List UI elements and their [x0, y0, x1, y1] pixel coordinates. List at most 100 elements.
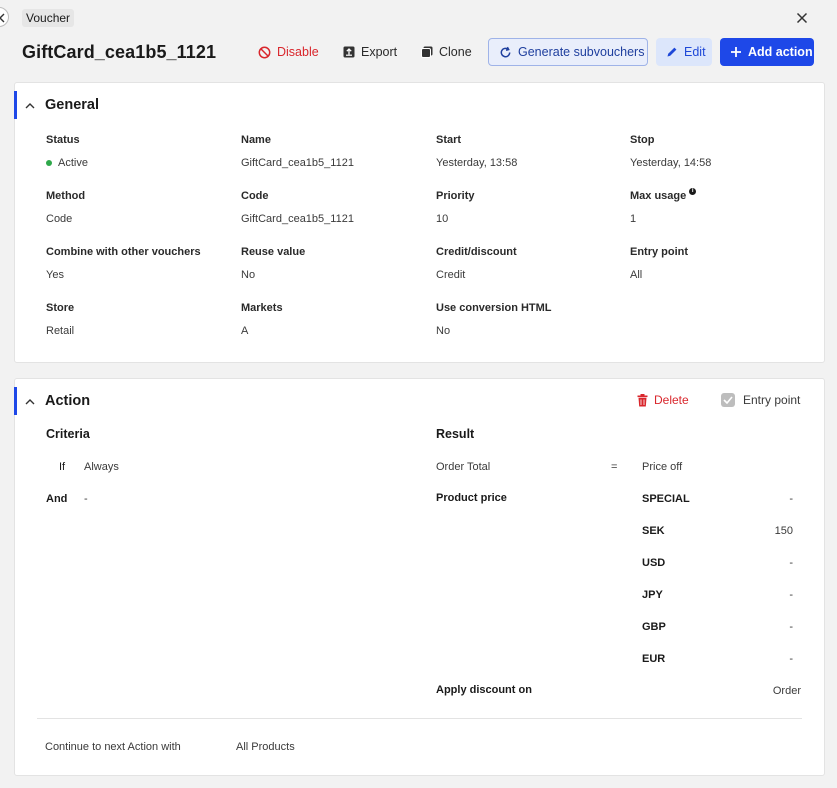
criteria-title: Criteria	[46, 427, 90, 441]
if-value: Always	[84, 461, 119, 473]
breadcrumb[interactable]: Voucher	[22, 9, 75, 27]
currency-value: -	[789, 493, 793, 505]
field-value: No	[436, 325, 451, 337]
field-value: Yesterday, 14:58	[630, 157, 712, 169]
field-entry-point: Entry point All	[630, 245, 688, 282]
divider	[37, 718, 802, 719]
delete-button[interactable]: Delete	[637, 393, 689, 407]
result-title: Result	[436, 427, 475, 441]
field-value: 1	[630, 213, 637, 225]
field-value: Yes	[46, 269, 64, 281]
apply-discount-value: Order	[772, 685, 801, 697]
currency-code: JPY	[642, 589, 663, 601]
general-title: General	[45, 97, 99, 113]
field-label: Credit/discount	[436, 246, 517, 258]
status-dot	[46, 160, 52, 166]
edit-button[interactable]: Edit	[656, 38, 712, 66]
section-accent	[14, 91, 17, 119]
field-label: Priority	[436, 190, 475, 202]
field-reuse: Reuse value No	[241, 245, 305, 282]
general-section-toggle[interactable]: General	[25, 97, 99, 113]
chevron-up-icon	[25, 102, 35, 108]
field-value: A	[241, 325, 249, 337]
field-status: Status Active	[46, 133, 88, 170]
apply-discount-label: Apply discount on	[436, 684, 532, 696]
clone-icon	[421, 46, 433, 58]
general-card: General Status Active Name GiftCard_cea1…	[14, 82, 825, 363]
currency-code: SEK	[642, 525, 665, 537]
toolbar: Disable Export Clone Generate subvoucher…	[0, 38, 837, 66]
continue-value: All Products	[236, 741, 295, 753]
currency-value: -	[789, 557, 793, 569]
disable-label: Disable	[277, 45, 319, 59]
trash-icon	[637, 393, 648, 406]
field-value: Yesterday, 13:58	[436, 157, 518, 169]
field-value: No	[241, 269, 256, 281]
if-label: If	[59, 461, 66, 473]
action-card: Action Delete Entry point Criteria If Al…	[14, 378, 825, 776]
field-label: Markets	[241, 302, 283, 314]
price-off-value: Price off	[642, 461, 683, 473]
export-button[interactable]: Export	[343, 38, 397, 66]
field-method: Method Code	[46, 189, 85, 226]
field-value: All	[630, 269, 643, 281]
field-value: Retail	[46, 325, 75, 337]
field-label: Max usage	[630, 190, 687, 202]
field-conversion-html: Use conversion HTML No	[436, 301, 552, 338]
generate-label: Generate subvouchers	[518, 45, 645, 59]
status-value: Active	[58, 157, 88, 169]
back-button[interactable]	[0, 7, 9, 27]
add-action-label: Add action	[748, 45, 813, 59]
checkbox-checked	[721, 393, 735, 407]
field-value: Credit	[436, 269, 466, 281]
field-value: 10	[436, 213, 449, 225]
clone-label: Clone	[439, 45, 472, 59]
currency-value: -	[789, 589, 793, 601]
field-label: Method	[46, 190, 86, 202]
field-label: Combine with other vouchers	[46, 246, 201, 258]
export-label: Export	[361, 45, 398, 59]
currency-code: USD	[642, 557, 666, 569]
entry-point-label: Entry point	[743, 393, 801, 407]
and-label: And	[46, 493, 68, 505]
field-value: Code	[46, 213, 73, 225]
currency-value: -	[789, 621, 793, 633]
field-start: Start Yesterday, 13:58	[436, 133, 517, 170]
field-stop: Stop Yesterday, 14:58	[630, 133, 711, 170]
action-section-toggle[interactable]: Action	[25, 393, 90, 409]
product-price-label: Product price	[436, 492, 507, 504]
field-max-usage: Max usage i 1	[630, 188, 697, 226]
and-value: -	[84, 493, 88, 505]
entry-point-checkbox[interactable]: Entry point	[721, 393, 800, 407]
disable-button[interactable]: Disable	[258, 38, 319, 66]
currency-value: -	[789, 653, 793, 665]
field-combine: Combine with other vouchers Yes	[46, 245, 201, 282]
refresh-icon	[500, 46, 511, 57]
info-icon[interactable]: i	[689, 188, 697, 195]
field-credit: Credit/discount Credit	[436, 245, 517, 282]
field-label: Start	[436, 134, 462, 146]
ban-icon	[258, 46, 271, 58]
add-action-button[interactable]: Add action	[720, 38, 814, 66]
continue-label: Continue to next Action with	[45, 741, 181, 753]
field-value: GiftCard_cea1b5_1121	[241, 157, 354, 169]
check-icon	[723, 396, 733, 404]
currency-code: GBP	[642, 621, 666, 633]
field-store: Store Retail	[46, 301, 74, 338]
field-label: Status	[46, 134, 80, 146]
export-icon	[343, 46, 355, 58]
field-label: Entry point	[630, 246, 689, 258]
field-label: Stop	[630, 134, 655, 146]
close-icon[interactable]	[796, 12, 808, 24]
field-label: Code	[241, 190, 269, 202]
clone-button[interactable]: Clone	[421, 38, 472, 66]
order-total-label: Order Total	[436, 461, 491, 473]
generate-subvouchers-button[interactable]: Generate subvouchers	[488, 38, 648, 66]
chevron-left-icon	[0, 13, 5, 23]
field-label: Store	[46, 302, 75, 314]
field-label: Use conversion HTML	[436, 302, 552, 314]
section-accent	[14, 387, 17, 415]
field-value: GiftCard_cea1b5_1121	[241, 213, 354, 225]
delete-label: Delete	[654, 393, 689, 407]
chevron-up-icon	[25, 398, 35, 404]
